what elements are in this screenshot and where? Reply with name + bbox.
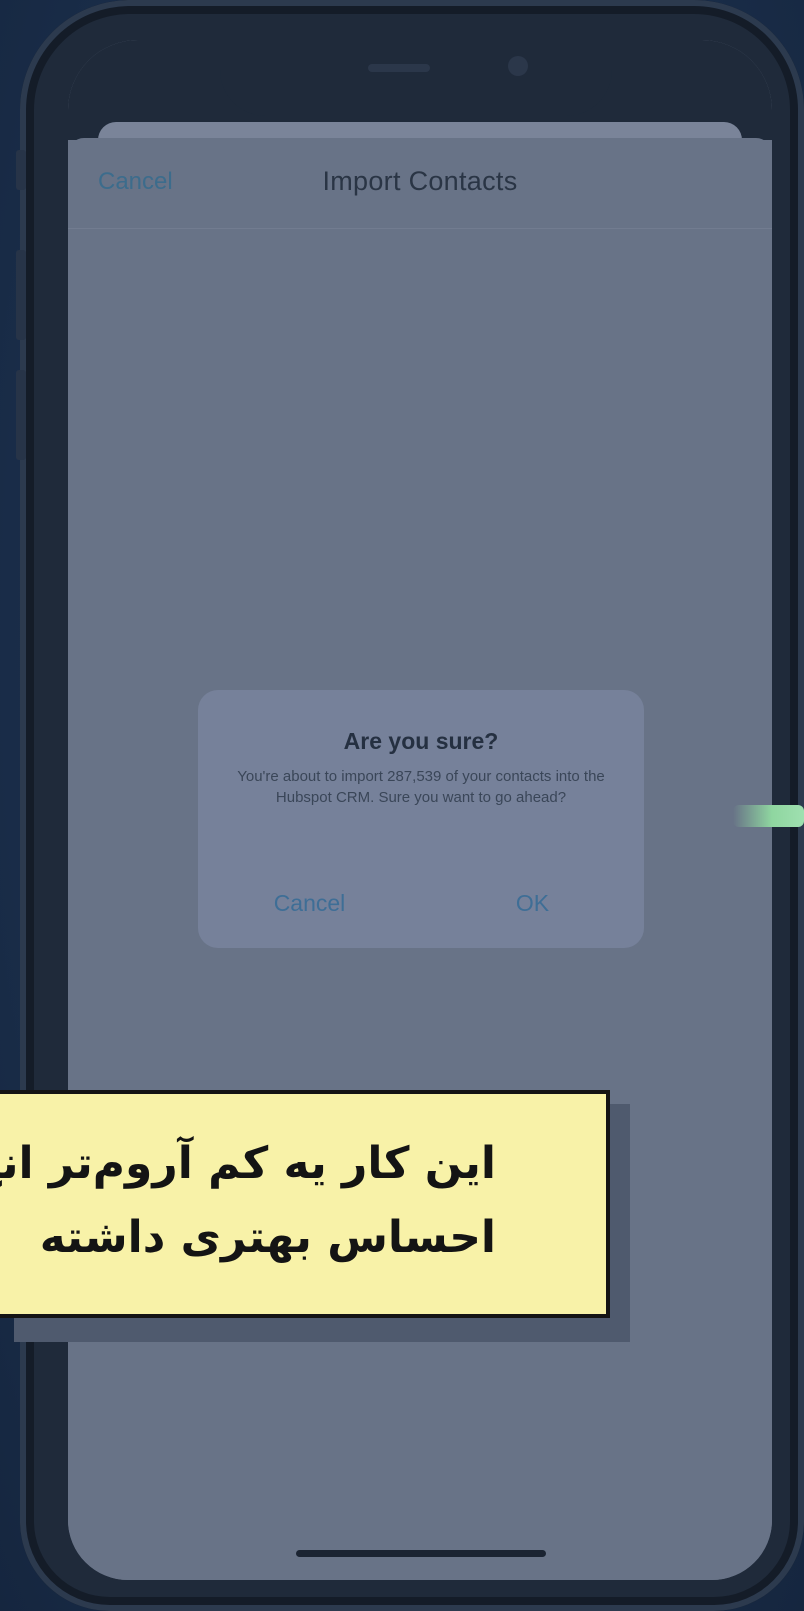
speaker-grille [368, 64, 430, 72]
notch [220, 40, 612, 116]
camera-icon [508, 56, 528, 76]
alert-title: Are you sure? [343, 728, 499, 754]
volume-down-button [16, 370, 26, 460]
confirm-alert-dialog: Are you sure? You're about to import 287… [198, 690, 644, 948]
volume-up-button [16, 250, 26, 340]
home-indicator[interactable] [296, 1550, 546, 1557]
alert-cancel-button[interactable]: Cancel [198, 890, 421, 917]
caption-line-1: این کار یه کم آروم‌تر انج [0, 1138, 496, 1189]
navigation-bar: Cancel Import Contacts [68, 138, 772, 229]
caption-box: این کار یه کم آروم‌تر انج احساس بهتری دا… [0, 1090, 610, 1318]
green-connector-line [733, 805, 804, 827]
page-title: Import Contacts [322, 166, 518, 196]
alert-ok-button[interactable]: OK [421, 890, 644, 917]
caption-line-2: احساس بهتری داشته [39, 1212, 496, 1263]
alert-message: You're about to import 287,539 of your c… [237, 768, 605, 806]
mute-switch [16, 150, 26, 190]
